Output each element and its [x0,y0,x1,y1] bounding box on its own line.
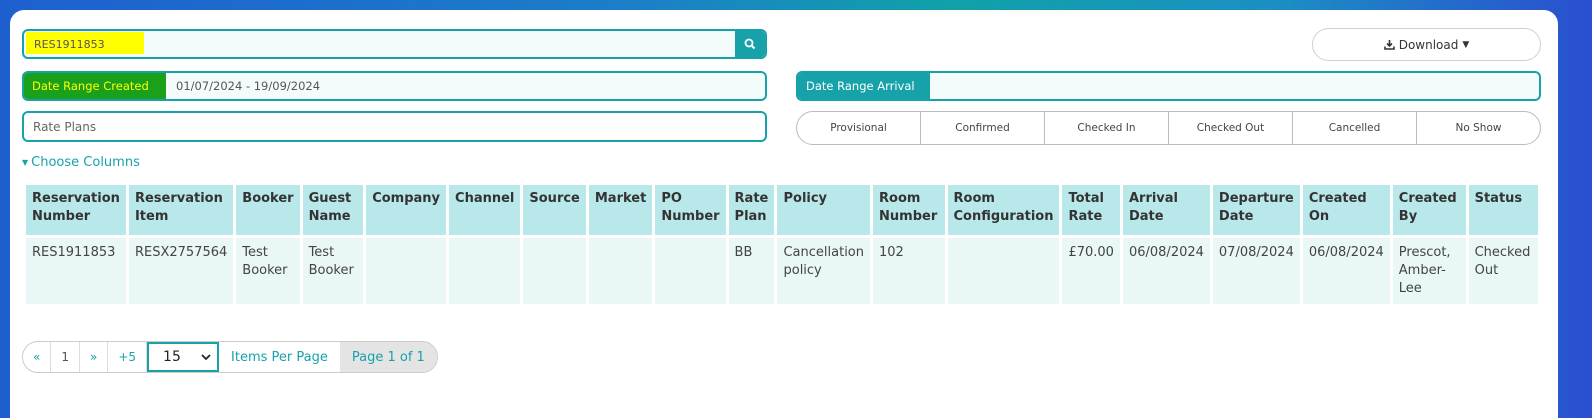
col-market[interactable]: Market [588,185,653,235]
cell-total-rate: £70.00 [1062,238,1120,304]
col-arrival-date[interactable]: Arrival Date [1122,185,1210,235]
cell-created-by: Prescot, Amber-Lee [1392,238,1466,304]
choose-columns-label: Choose Columns [31,155,140,170]
col-departure-date[interactable]: Departure Date [1212,185,1300,235]
cell-reservation-item: RESX2757564 [128,238,234,304]
cell-reservation-number: RES1911853 [26,238,126,304]
cell-created-on: 06/08/2024 [1302,238,1390,304]
pagination-next[interactable]: » [80,342,109,372]
status-filter-checked-out[interactable]: Checked Out [1169,112,1293,144]
rate-plans-select[interactable]: Rate Plans [22,111,767,142]
status-filter-checked-in[interactable]: Checked In [1045,112,1169,144]
choose-columns-toggle[interactable]: ▼ Choose Columns [22,155,140,170]
search-icon [744,38,756,50]
items-per-page-label: Items Per Page [231,349,328,365]
status-filter-group: Provisional Confirmed Checked In Checked… [796,111,1541,145]
cell-source [523,238,586,304]
cell-room-configuration [947,238,1060,304]
col-status[interactable]: Status [1468,185,1538,235]
col-channel[interactable]: Channel [449,185,521,235]
search-input[interactable] [24,31,734,57]
table-row[interactable]: RES1911853 RESX2757564 Test Booker Test … [26,238,1538,304]
items-per-page-value: 15 [163,349,181,365]
date-range-arrival-label: Date Range Arrival [798,73,930,99]
download-icon [1383,40,1395,50]
col-policy[interactable]: Policy [777,185,871,235]
col-po-number[interactable]: PO Number [655,185,726,235]
search-button[interactable] [735,31,765,57]
col-reservation-item[interactable]: Reservation Item [128,185,234,235]
cell-rate-plan: BB [728,238,775,304]
cell-arrival-date: 06/08/2024 [1122,238,1210,304]
col-booker[interactable]: Booker [236,185,300,235]
cell-departure-date: 07/08/2024 [1212,238,1300,304]
status-filter-no-show[interactable]: No Show [1417,112,1540,144]
download-label: Download [1398,37,1459,52]
col-created-by[interactable]: Created By [1392,185,1466,235]
cell-status: Checked Out [1468,238,1538,304]
col-room-number[interactable]: Room Number [873,185,945,235]
chevron-down-icon [201,353,211,360]
col-created-on[interactable]: Created On [1302,185,1390,235]
date-range-arrival[interactable]: Date Range Arrival [796,71,1541,101]
date-range-created-label: Date Range Created [24,73,166,99]
main-panel: Download ▼ Date Range Created 01/07/2024… [10,10,1558,418]
cell-guest-name: Test Booker [302,238,364,304]
col-reservation-number[interactable]: Reservation Number [26,185,126,235]
cell-market [588,238,653,304]
reservations-table: Reservation Number Reservation Item Book… [23,182,1541,307]
status-filter-provisional[interactable]: Provisional [797,112,921,144]
date-range-created[interactable]: Date Range Created 01/07/2024 - 19/09/20… [22,71,767,101]
col-room-configuration[interactable]: Room Configuration [947,185,1060,235]
caret-down-icon: ▼ [22,158,29,167]
table-header-row: Reservation Number Reservation Item Book… [26,185,1538,235]
page-of-label: Page 1 of 1 [339,342,437,372]
cell-policy: Cancellation policy [777,238,871,304]
col-source[interactable]: Source [523,185,586,235]
search-box [22,29,767,59]
pagination-page-1[interactable]: 1 [51,342,80,372]
cell-channel [449,238,521,304]
pagination: « 1 » +5 15 Items Per Page Page 1 of 1 [22,341,438,373]
col-total-rate[interactable]: Total Rate [1062,185,1120,235]
col-guest-name[interactable]: Guest Name [302,185,364,235]
cell-booker-link[interactable]: Test Booker [236,238,300,304]
cell-room-number: 102 [873,238,945,304]
col-rate-plan[interactable]: Rate Plan [728,185,775,235]
col-company[interactable]: Company [366,185,447,235]
download-button[interactable]: Download ▼ [1312,28,1541,61]
pagination-plus5[interactable]: +5 [108,342,148,372]
caret-down-icon: ▼ [1462,39,1470,50]
pagination-first[interactable]: « [23,342,52,372]
status-filter-confirmed[interactable]: Confirmed [921,112,1045,144]
date-range-created-value[interactable]: 01/07/2024 - 19/09/2024 [176,73,320,99]
items-per-page-select[interactable]: 15 [147,342,220,372]
cell-po-number [655,238,726,304]
status-filter-cancelled[interactable]: Cancelled [1293,112,1417,144]
cell-company [366,238,447,304]
